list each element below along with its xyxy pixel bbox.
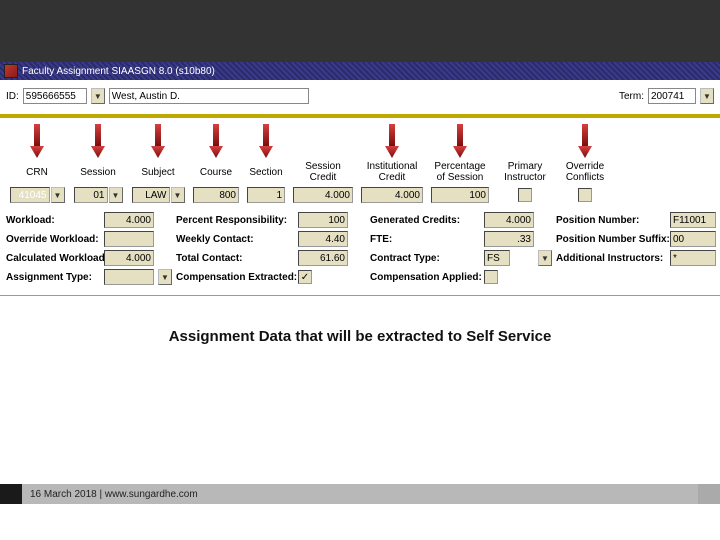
totcon-input[interactable] bbox=[298, 250, 348, 266]
arrow-crn-icon bbox=[30, 124, 44, 158]
col-override: Override Conflicts bbox=[558, 124, 612, 204]
col-course: Course bbox=[190, 124, 242, 204]
colhead-primary: Primary Instructor bbox=[504, 160, 546, 184]
crn-dropdown-icon[interactable]: ▼ bbox=[51, 187, 65, 203]
colhead-subject: Subject bbox=[141, 160, 174, 184]
compap-label: Compensation Applied: bbox=[370, 272, 480, 283]
icredit-input[interactable] bbox=[361, 187, 423, 203]
slide-caption: Assignment Data that will be extracted t… bbox=[6, 296, 714, 345]
col-subject: Subject ▼ bbox=[128, 124, 188, 204]
colhead-section: Section bbox=[249, 160, 282, 184]
calcwork-input[interactable] bbox=[104, 250, 154, 266]
col-icredit: Institutional Credit bbox=[358, 124, 426, 204]
atype-dropdown-icon[interactable]: ▼ bbox=[158, 269, 172, 285]
possuf-label: Position Number Suffix: bbox=[556, 234, 666, 245]
arrow-override-icon bbox=[578, 124, 592, 158]
workload-label: Workload: bbox=[6, 215, 100, 226]
fte-label: FTE: bbox=[370, 234, 480, 245]
weekly-label: Weekly Contact: bbox=[176, 234, 294, 245]
override-checkbox[interactable] bbox=[578, 188, 592, 202]
totcon-label: Total Contact: bbox=[176, 253, 294, 264]
colhead-course: Course bbox=[200, 160, 232, 184]
atype-input[interactable] bbox=[104, 269, 154, 285]
fte-input[interactable] bbox=[484, 231, 534, 247]
subject-input[interactable] bbox=[132, 187, 170, 203]
id-input[interactable] bbox=[23, 88, 87, 104]
posnum-label: Position Number: bbox=[556, 215, 666, 226]
pctresp-label: Percent Responsibility: bbox=[176, 215, 294, 226]
col-scredit: Session Credit bbox=[290, 124, 356, 204]
arrow-session-icon bbox=[91, 124, 105, 158]
arrow-pct-icon bbox=[453, 124, 467, 158]
col-primary: Primary Instructor bbox=[494, 124, 556, 204]
subject-dropdown-icon[interactable]: ▼ bbox=[171, 187, 185, 203]
compex-label: Compensation Extracted: bbox=[176, 272, 294, 283]
form-content: ID: ▼ Term: ▼ CRN▼Session▼Subject▼Course… bbox=[0, 80, 720, 347]
detail-form: Workload: Percent Responsibility: Genera… bbox=[6, 204, 714, 289]
arrow-primary-icon bbox=[518, 124, 532, 158]
colhead-pct: Percentage of Session bbox=[434, 160, 485, 184]
id-label: ID: bbox=[6, 91, 19, 102]
crn-input[interactable] bbox=[10, 187, 50, 203]
colhead-session: Session bbox=[80, 160, 116, 184]
arrow-icredit-icon bbox=[385, 124, 399, 158]
arrow-scredit-icon bbox=[316, 124, 330, 158]
top-dark-area bbox=[0, 0, 720, 62]
id-row: ID: ▼ Term: ▼ bbox=[6, 82, 714, 114]
arrow-course-icon bbox=[209, 124, 223, 158]
pctresp-input[interactable] bbox=[298, 212, 348, 228]
col-crn: CRN▼ bbox=[6, 124, 68, 204]
course-input[interactable] bbox=[193, 187, 239, 203]
window-sysmenu-icon[interactable] bbox=[4, 64, 18, 78]
ovwork-label: Override Workload: bbox=[6, 234, 100, 245]
col-section: Section bbox=[244, 124, 288, 204]
atype-label: Assignment Type: bbox=[6, 272, 100, 283]
session-input[interactable] bbox=[74, 187, 108, 203]
colhead-override: Override Conflicts bbox=[566, 160, 604, 184]
addinst-label: Additional Instructors: bbox=[556, 253, 666, 264]
calcwork-label: Calculated Workload: bbox=[6, 253, 100, 264]
arrow-section-icon bbox=[259, 124, 273, 158]
footer-text: 16 March 2018 | www.sungardhe.com bbox=[22, 484, 698, 504]
term-input[interactable] bbox=[648, 88, 696, 104]
ctype-input[interactable] bbox=[484, 250, 510, 266]
term-label: Term: bbox=[619, 91, 644, 102]
gencred-input[interactable] bbox=[484, 212, 534, 228]
slide-footer: 16 March 2018 | www.sungardhe.com bbox=[0, 484, 720, 504]
scredit-input[interactable] bbox=[293, 187, 353, 203]
col-pct: Percentage of Session bbox=[428, 124, 492, 204]
colhead-crn: CRN bbox=[26, 160, 48, 184]
addinst-input[interactable] bbox=[670, 250, 716, 266]
footer-darkblock bbox=[0, 484, 22, 504]
workload-input[interactable] bbox=[104, 212, 154, 228]
ctype-label: Contract Type: bbox=[370, 253, 480, 264]
ctype-dropdown-icon[interactable]: ▼ bbox=[538, 250, 552, 266]
id-dropdown-icon[interactable]: ▼ bbox=[91, 88, 105, 104]
colhead-scredit: Session Credit bbox=[305, 160, 341, 184]
pct-input[interactable] bbox=[431, 187, 489, 203]
arrow-subject-icon bbox=[151, 124, 165, 158]
section-input[interactable] bbox=[247, 187, 285, 203]
possuf-input[interactable] bbox=[670, 231, 716, 247]
name-input[interactable] bbox=[109, 88, 309, 104]
window-title: Faculty Assignment SIAASGN 8.0 (s10b80) bbox=[22, 66, 215, 77]
primary-checkbox[interactable] bbox=[518, 188, 532, 202]
column-grid: CRN▼Session▼Subject▼CourseSectionSession… bbox=[6, 118, 714, 204]
colhead-icredit: Institutional Credit bbox=[367, 160, 418, 184]
compex-checkbox[interactable]: ✓ bbox=[298, 270, 312, 284]
term-dropdown-icon[interactable]: ▼ bbox=[700, 88, 714, 104]
ovwork-input[interactable] bbox=[104, 231, 154, 247]
session-dropdown-icon[interactable]: ▼ bbox=[109, 187, 123, 203]
posnum-input[interactable] bbox=[670, 212, 716, 228]
weekly-input[interactable] bbox=[298, 231, 348, 247]
col-session: Session ▼ bbox=[70, 124, 126, 204]
footer-greyblock bbox=[698, 484, 720, 504]
gencred-label: Generated Credits: bbox=[370, 215, 480, 226]
compap-checkbox[interactable] bbox=[484, 270, 498, 284]
window-titlebar: Faculty Assignment SIAASGN 8.0 (s10b80) bbox=[0, 62, 720, 80]
